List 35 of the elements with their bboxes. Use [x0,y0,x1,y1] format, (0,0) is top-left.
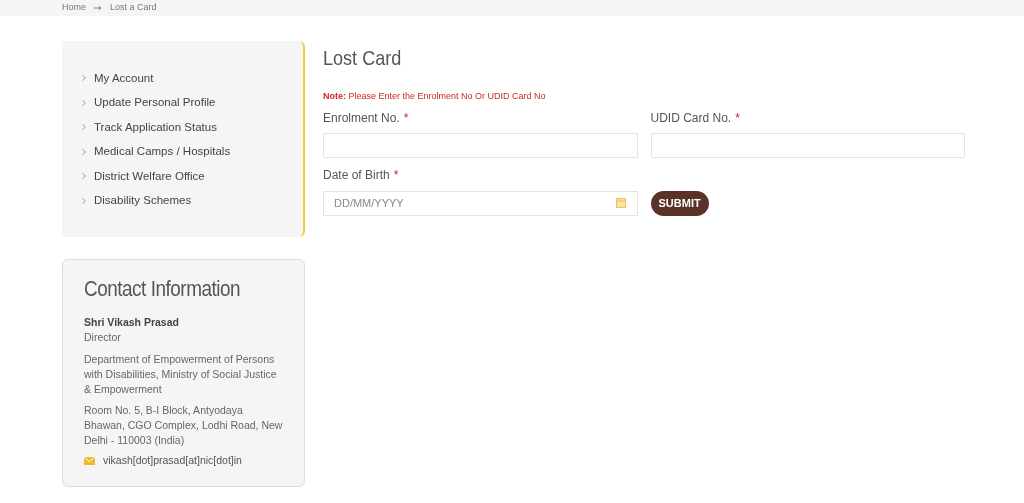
contact-address: Room No. 5, B-I Block, Antyodaya Bhawan, CGO Complex, Lodhi Road, New Delhi - 110003 (India) [84,403,283,448]
chevron-icon [82,75,86,82]
sidebar-item[interactable]: Track Application Status [94,118,217,136]
chevron-icon [82,124,86,131]
contact-role: Director [84,330,122,345]
envelope-icon [84,456,95,465]
sidebar-item[interactable]: Disability Schemes [94,192,192,210]
field-label: UDID Card No. [650,110,732,127]
contact-department: Department of Empowerment of Persons with Disabilities, Ministry of Social Justice & Empowerment [84,352,278,397]
contact-title: Contact Information [84,275,242,303]
required-asterisk: * [393,167,399,184]
text-field[interactable] [650,133,965,158]
calendar-icon[interactable] [615,197,626,208]
chevron-icon [82,99,86,106]
breadcrumb-link[interactable]: Home [62,1,86,15]
text-field[interactable] [323,133,638,158]
note-text: Note: Please Enter the Enrolment No Or UDID Card No [323,89,547,103]
sidebar-item[interactable]: Update Personal Profile [94,94,216,112]
chevron-icon [82,197,86,204]
breadcrumb-link[interactable]: Lost a Card [110,1,157,15]
arrow-icon [94,5,102,11]
chevron-icon [82,173,86,180]
date-field[interactable]: DD/MM/YYYY [323,190,638,216]
page-title: Lost Card [323,45,403,71]
sidebar-item[interactable]: District Welfare Office [94,167,205,185]
sidebar-item[interactable]: Medical Camps / Hospitals [94,143,231,161]
contact-name: Shri Vikash Prasad [84,315,180,330]
required-asterisk: * [735,110,740,127]
field-label: Date of Birth [323,167,390,184]
field-label: Enrolment No. [323,110,400,127]
chevron-icon [82,148,86,155]
required-asterisk: * [403,110,409,127]
submit-button[interactable]: SUBMIT [650,190,709,216]
sidebar-item[interactable]: My Account [94,69,154,87]
contact-email[interactable]: vikash[dot]prasad[at]nic[dot]in [103,453,242,469]
